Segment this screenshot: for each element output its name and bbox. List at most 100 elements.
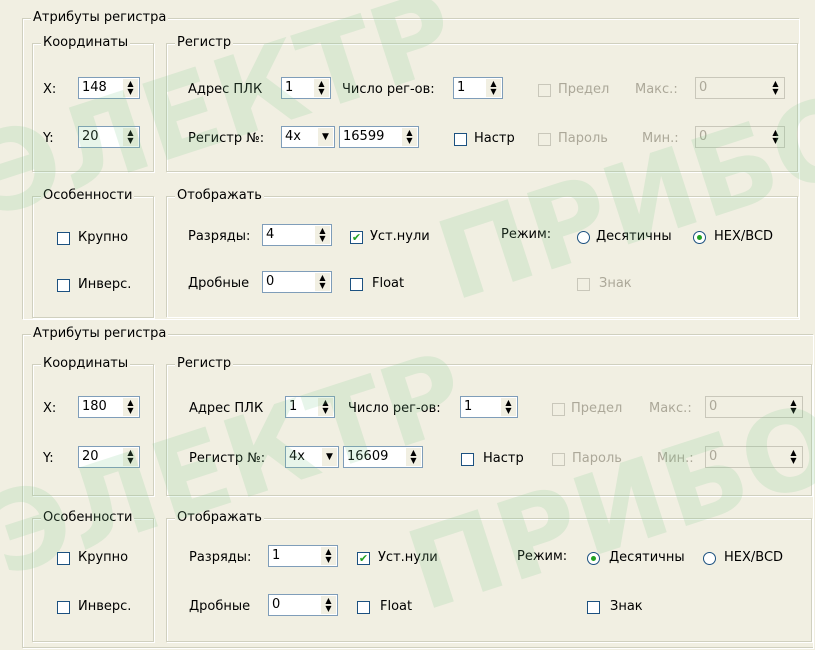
register-number-stepper[interactable]: 16609 ▲ ▼ <box>343 446 423 468</box>
decimal-radio[interactable] <box>577 231 590 244</box>
sign-checkbox[interactable] <box>577 278 590 291</box>
display-title: Отображать <box>175 510 264 526</box>
max-value: 0 <box>709 399 718 414</box>
max-stepper[interactable]: 0 ▲ ▼ <box>695 77 785 99</box>
max-label: Макс.: <box>635 82 678 97</box>
hex-radio[interactable] <box>693 231 706 244</box>
digits-label: Разряды: <box>189 550 252 565</box>
fraction-value: 0 <box>272 597 281 612</box>
large-label: Крупно <box>78 230 129 245</box>
plc-address-stepper[interactable]: 1 ▲ ▼ <box>285 396 335 418</box>
register-attributes-panel-1: Атрибуты регистра Координаты X: 148 ▲ ▼ Y… <box>0 0 815 322</box>
inverse-checkbox[interactable] <box>57 601 70 614</box>
limit-label: Предел <box>571 401 623 416</box>
zeros-label: Уст.нули <box>378 550 438 565</box>
hex-label: HEX/BCD <box>724 550 784 565</box>
spin-arrows-icon[interactable]: ▲ ▼ <box>123 448 138 466</box>
regnum-value: 16609 <box>347 449 389 464</box>
min-value: 0 <box>699 129 708 144</box>
register-number-stepper[interactable]: 16599 ▲ ▼ <box>339 126 419 148</box>
spin-arrows-icon[interactable]: ▲ ▼ <box>315 273 330 291</box>
digits-value: 4 <box>266 227 275 242</box>
spin-arrows-icon[interactable]: ▲ ▼ <box>321 596 336 614</box>
large-checkbox[interactable] <box>57 232 70 245</box>
password-checkbox[interactable] <box>538 133 551 146</box>
leading-zeros-checkbox[interactable]: ✔ <box>350 231 363 244</box>
features-group: Особенности Крупно Инверс. <box>32 510 154 642</box>
digits-stepper[interactable]: 1 ▲ ▼ <box>268 545 338 567</box>
hex-radio[interactable] <box>703 552 716 565</box>
setup-checkbox[interactable] <box>461 453 474 466</box>
spin-arrows-icon[interactable]: ▲ ▼ <box>123 128 138 146</box>
y-stepper[interactable]: 20 ▲ ▼ <box>78 126 140 148</box>
register-group: Регистр Адрес ПЛК 1 ▲ ▼ Число рег-ов: 1 ▲… <box>166 35 798 172</box>
y-stepper[interactable]: 20 ▲ ▼ <box>78 446 140 468</box>
regnum-label: Регистр №: <box>188 131 265 146</box>
limit-checkbox[interactable] <box>538 84 551 97</box>
regtype-value: 4x <box>285 129 301 144</box>
register-count-stepper[interactable]: 1 ▲ ▼ <box>460 396 518 418</box>
zeros-label: Уст.нули <box>370 229 430 244</box>
float-label: Float <box>380 599 413 614</box>
limit-checkbox[interactable] <box>552 403 565 416</box>
spin-arrows-icon[interactable]: ▲ ▼ <box>318 398 333 416</box>
register-type-select[interactable]: 4x ▼ <box>281 126 335 148</box>
x-value: 180 <box>82 399 107 414</box>
spin-arrows-icon[interactable]: ▲ ▼ <box>768 79 783 97</box>
chevron-down-icon[interactable]: ▼ <box>322 448 337 466</box>
min-stepper[interactable]: 0 ▲ ▼ <box>705 446 803 468</box>
spin-arrows-icon[interactable]: ▲ ▼ <box>314 79 329 97</box>
plc-address-stepper[interactable]: 1 ▲ ▼ <box>281 77 331 99</box>
x-stepper[interactable]: 180 ▲ ▼ <box>78 396 140 418</box>
decimal-label: Десятичны <box>596 229 672 244</box>
inverse-label: Инверс. <box>78 277 132 292</box>
setup-label: Настр <box>483 451 524 466</box>
mode-label: Режим: <box>501 227 552 242</box>
register-attributes-panel-2: Атрибуты регистра Координаты X: 180 ▲ ▼ Y… <box>0 322 815 650</box>
hex-label: HEX/BCD <box>714 229 774 244</box>
register-count-stepper[interactable]: 1 ▲ ▼ <box>453 77 503 99</box>
float-checkbox[interactable] <box>350 278 363 291</box>
spin-arrows-icon[interactable]: ▲ ▼ <box>486 79 501 97</box>
decimal-radio[interactable] <box>587 552 600 565</box>
spin-arrows-icon[interactable]: ▲ ▼ <box>123 398 138 416</box>
regnum-value: 16599 <box>343 129 385 144</box>
fraction-label: Дробные <box>189 599 251 614</box>
spin-arrows-icon[interactable]: ▲ ▼ <box>402 128 417 146</box>
large-checkbox[interactable] <box>57 552 70 565</box>
count-value: 1 <box>464 399 473 414</box>
spin-arrows-icon[interactable]: ▲ ▼ <box>321 547 336 565</box>
spin-arrows-icon[interactable]: ▲ ▼ <box>315 226 330 244</box>
features-group: Особенности Крупно Инверс. <box>32 188 154 318</box>
spin-arrows-icon[interactable]: ▲ ▼ <box>786 448 801 466</box>
features-title: Особенности <box>41 188 135 204</box>
max-value: 0 <box>699 80 708 95</box>
max-stepper[interactable]: 0 ▲ ▼ <box>705 396 803 418</box>
setup-checkbox[interactable] <box>454 133 467 146</box>
large-label: Крупно <box>78 550 129 565</box>
sign-checkbox[interactable] <box>587 601 600 614</box>
inverse-checkbox[interactable] <box>57 279 70 292</box>
x-label: X: <box>43 401 57 416</box>
register-type-select[interactable]: 4x ▼ <box>285 446 339 468</box>
mode-label: Режим: <box>517 549 568 564</box>
coords-title: Координаты <box>41 356 131 372</box>
min-stepper[interactable]: 0 ▲ ▼ <box>695 126 785 148</box>
x-stepper[interactable]: 148 ▲ ▼ <box>78 77 140 99</box>
float-checkbox[interactable] <box>357 601 370 614</box>
register-group: Регистр Адрес ПЛК 1 ▲ ▼ Число рег-ов: 1 ▲… <box>166 356 812 496</box>
spin-arrows-icon[interactable]: ▲ ▼ <box>406 448 421 466</box>
leading-zeros-checkbox[interactable]: ✔ <box>357 552 370 565</box>
spin-arrows-icon[interactable]: ▲ ▼ <box>123 79 138 97</box>
digits-stepper[interactable]: 4 ▲ ▼ <box>262 224 332 246</box>
spin-arrows-icon[interactable]: ▲ ▼ <box>768 128 783 146</box>
register-title: Регистр <box>175 35 234 51</box>
digits-label: Разряды: <box>188 229 251 244</box>
chevron-down-icon[interactable]: ▼ <box>318 128 333 146</box>
password-checkbox[interactable] <box>552 453 565 466</box>
spin-arrows-icon[interactable]: ▲ ▼ <box>501 398 516 416</box>
spin-arrows-icon[interactable]: ▲ ▼ <box>786 398 801 416</box>
password-label: Пароль <box>572 451 622 466</box>
fraction-stepper[interactable]: 0 ▲ ▼ <box>262 271 332 293</box>
fraction-stepper[interactable]: 0 ▲ ▼ <box>268 594 338 616</box>
